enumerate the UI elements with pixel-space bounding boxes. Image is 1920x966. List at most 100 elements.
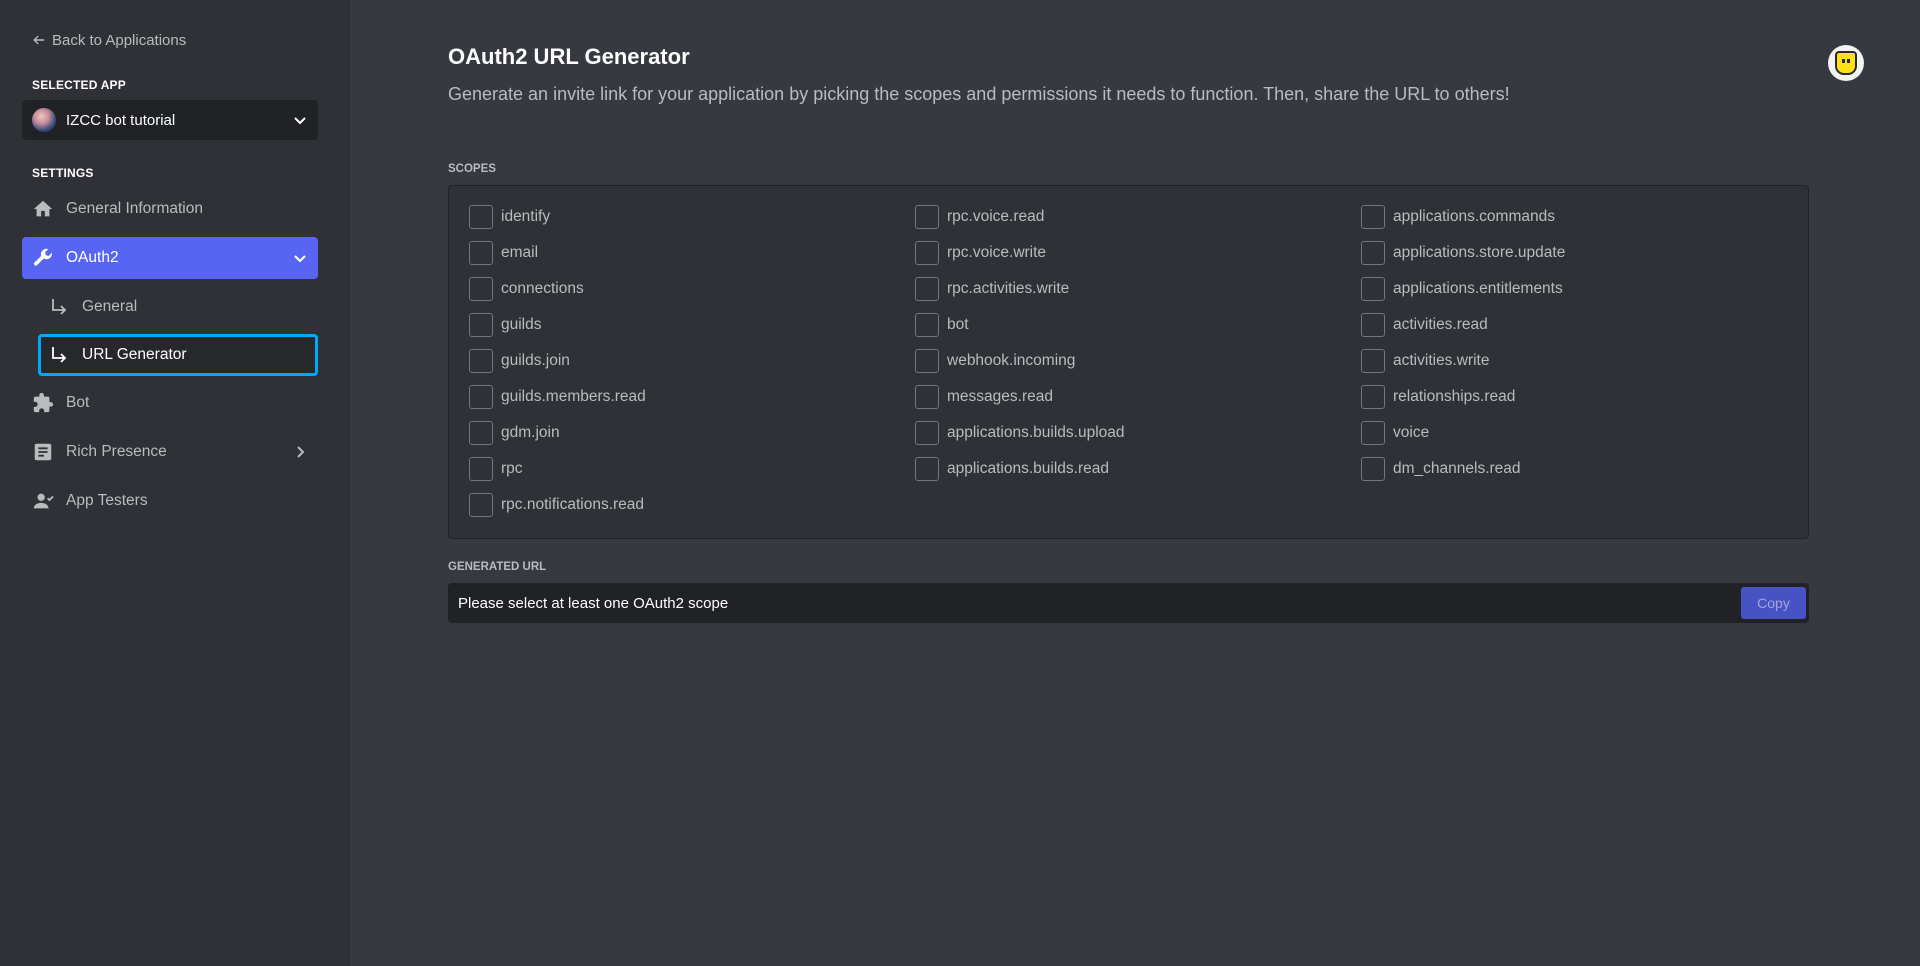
generated-url-heading: GENERATED URL [448, 561, 547, 573]
scope-label: rpc.notifications.read [501, 496, 645, 513]
wrench-icon [32, 247, 54, 269]
sidebar-subitem-general[interactable]: General [38, 286, 318, 328]
settings-nav: General Information OAuth2 General URL G… [22, 188, 350, 522]
scope-option[interactable]: guilds.members.read [469, 385, 915, 409]
user-avatar[interactable] [1828, 45, 1864, 81]
scope-checkbox[interactable] [469, 457, 493, 481]
sidebar-subitem-url-generator[interactable]: URL Generator [38, 334, 318, 376]
scope-checkbox[interactable] [915, 205, 939, 229]
scope-checkbox[interactable] [1361, 421, 1385, 445]
chevron-down-icon [294, 255, 306, 263]
scope-checkbox[interactable] [915, 385, 939, 409]
scope-checkbox[interactable] [1361, 241, 1385, 265]
scope-option[interactable]: guilds [469, 313, 915, 337]
app-selector-dropdown[interactable]: IZCC bot tutorial [22, 100, 318, 140]
scope-checkbox[interactable] [469, 493, 493, 517]
scope-option[interactable]: dm_channels.read [1361, 457, 1807, 481]
scope-option[interactable]: gdm.join [469, 421, 915, 445]
scope-checkbox[interactable] [1361, 349, 1385, 373]
scope-checkbox[interactable] [469, 241, 493, 265]
scope-label: applications.builds.read [947, 460, 1109, 477]
scope-label: relationships.read [1393, 388, 1516, 405]
scope-option[interactable]: rpc.notifications.read [469, 493, 915, 517]
scope-option[interactable]: activities.write [1361, 349, 1807, 373]
scope-option[interactable]: bot [915, 313, 1361, 337]
scope-option[interactable]: connections [469, 277, 915, 301]
scope-option[interactable]: applications.commands [1361, 205, 1807, 229]
scope-checkbox[interactable] [469, 421, 493, 445]
scope-option[interactable]: activities.read [1361, 313, 1807, 337]
scope-checkbox[interactable] [1361, 385, 1385, 409]
scope-checkbox[interactable] [1361, 277, 1385, 301]
scope-checkbox[interactable] [469, 313, 493, 337]
scope-option[interactable]: voice [1361, 421, 1807, 445]
scope-label: voice [1393, 424, 1430, 441]
sidebar-item-label: OAuth2 [66, 249, 119, 266]
sidebar-item-bot[interactable]: Bot [22, 382, 318, 424]
scope-label: activities.write [1393, 352, 1490, 369]
scope-option[interactable]: applications.builds.upload [915, 421, 1361, 445]
scope-checkbox[interactable] [1361, 313, 1385, 337]
scopes-grid: identify rpc.voice.read applications.comma… [448, 185, 1809, 539]
scope-option[interactable]: applications.entitlements [1361, 277, 1807, 301]
scope-option[interactable]: guilds.join [469, 349, 915, 373]
sidebar-item-oauth2[interactable]: OAuth2 [22, 237, 318, 279]
scope-checkbox[interactable] [915, 457, 939, 481]
sidebar-item-rich-presence[interactable]: Rich Presence [22, 431, 318, 473]
page-title: OAuth2 URL Generator [448, 44, 690, 69]
scope-checkbox[interactable] [1361, 457, 1385, 481]
scope-checkbox[interactable] [469, 205, 493, 229]
scope-option[interactable]: rpc.voice.read [915, 205, 1361, 229]
scope-option[interactable]: rpc.voice.write [915, 241, 1361, 265]
page-description: Generate an invite link for your applica… [448, 84, 1510, 104]
scope-checkbox[interactable] [915, 349, 939, 373]
scope-option[interactable]: messages.read [915, 385, 1361, 409]
scope-label: dm_channels.read [1393, 460, 1521, 477]
scope-option[interactable]: rpc.activities.write [915, 277, 1361, 301]
copy-button[interactable]: Copy [1741, 587, 1806, 619]
arrow-left-icon [33, 35, 45, 45]
scope-option[interactable]: relationships.read [1361, 385, 1807, 409]
scope-label: applications.builds.upload [947, 424, 1125, 441]
sub-arrow-icon [52, 347, 67, 363]
scope-option[interactable]: webhook.incoming [915, 349, 1361, 373]
scope-checkbox[interactable] [469, 385, 493, 409]
scope-option[interactable]: applications.builds.read [915, 457, 1361, 481]
main-content: OAuth2 URL Generator Generate an invite … [350, 0, 1920, 966]
scope-label: rpc.voice.read [947, 208, 1045, 225]
home-icon [32, 198, 54, 220]
back-link-label: Back to Applications [52, 31, 187, 49]
scope-checkbox[interactable] [915, 277, 939, 301]
scope-label: connections [501, 280, 584, 297]
smiley-icon [1835, 51, 1857, 75]
sidebar-item-app-testers[interactable]: App Testers [22, 480, 318, 522]
scope-option[interactable]: identify [469, 205, 915, 229]
generated-url-text: Please select at least one OAuth2 scope [458, 594, 729, 612]
scope-option[interactable]: rpc [469, 457, 915, 481]
scope-checkbox[interactable] [469, 277, 493, 301]
scope-checkbox[interactable] [915, 421, 939, 445]
scope-checkbox[interactable] [915, 313, 939, 337]
scope-label: rpc.voice.write [947, 244, 1047, 261]
scope-checkbox[interactable] [469, 349, 493, 373]
scopes-heading: SCOPES [448, 163, 496, 175]
scope-label: applications.commands [1393, 208, 1555, 225]
scope-label: activities.read [1393, 316, 1488, 333]
sidebar-subitem-label: URL Generator [82, 346, 187, 363]
scope-label: identify [501, 208, 551, 225]
scope-label: bot [947, 316, 969, 333]
scope-option[interactable]: email [469, 241, 915, 265]
person-icon [32, 490, 54, 512]
scope-label: guilds [501, 316, 542, 333]
sidebar-item-general-information[interactable]: General Information [22, 188, 318, 230]
sidebar: Back to Applications SELECTED APP IZCC b… [0, 0, 350, 966]
scope-label: applications.store.update [1393, 244, 1566, 261]
back-to-applications-link[interactable]: Back to Applications [32, 28, 350, 52]
scope-checkbox[interactable] [1361, 205, 1385, 229]
scope-checkbox[interactable] [915, 241, 939, 265]
scope-label: applications.entitlements [1393, 280, 1563, 297]
scope-label: rpc [501, 460, 523, 477]
sidebar-subitem-label: General [82, 298, 138, 315]
scope-option[interactable]: applications.store.update [1361, 241, 1807, 265]
sidebar-item-label: App Testers [66, 492, 148, 509]
